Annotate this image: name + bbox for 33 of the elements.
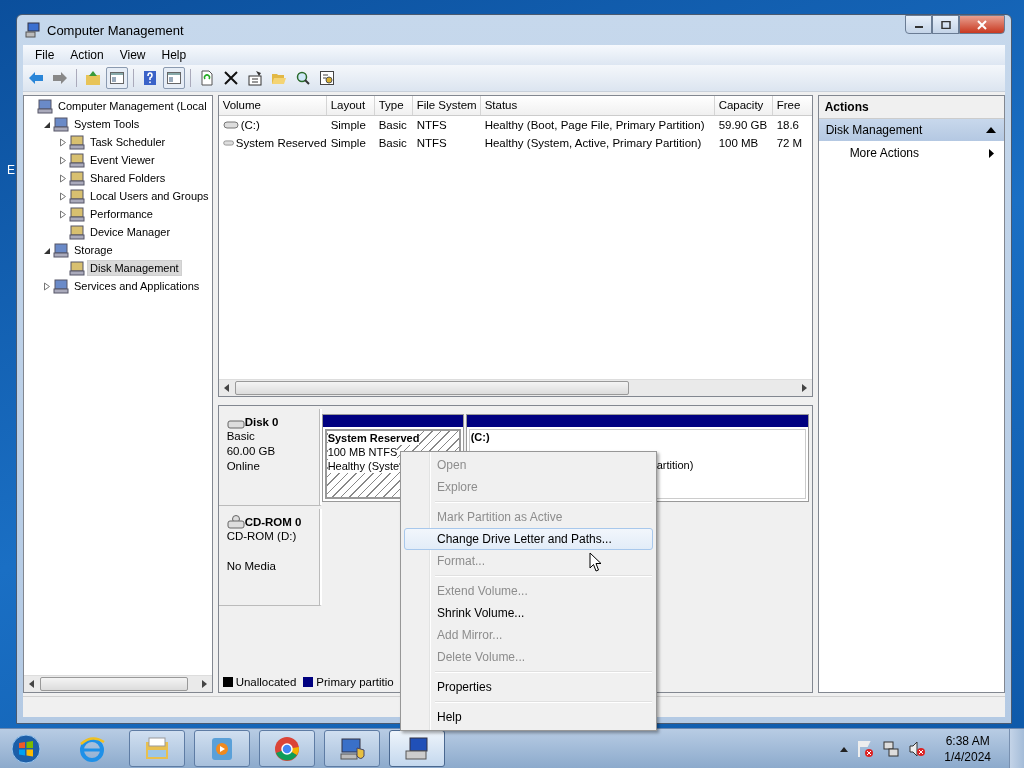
disk-info: No Media — [226, 559, 277, 574]
table-cell: Simple — [330, 137, 366, 149]
table-cell: (C:) — [240, 119, 260, 131]
table-cell: Simple — [330, 119, 366, 131]
legend-label: Primary partitio — [316, 676, 394, 688]
table-cell: NTFS — [416, 137, 447, 149]
table-cell: Basic — [378, 119, 407, 131]
legend-label: Unallocated — [235, 676, 297, 688]
actions-header: Actions — [818, 96, 1004, 119]
table-cell: Basic — [378, 137, 407, 149]
table-cell: NTFS — [416, 119, 447, 131]
time-text: 6:38 AM — [945, 732, 990, 749]
date-text: 1/4/2024 — [944, 748, 991, 765]
partition-info: 100 MB NTFS — [327, 445, 398, 459]
disk-name: CD-ROM 0 — [244, 516, 302, 528]
table-cell: 18.6 — [776, 119, 799, 131]
window-title: Computer Management — [47, 22, 184, 38]
partition-name: (C:) — [470, 430, 491, 444]
disk-name: Disk 0 — [244, 416, 279, 428]
partition-info: Healthy (Syste — [327, 459, 400, 473]
disk-info: 60.00 GB — [226, 444, 277, 459]
table-cell: 100 MB — [718, 137, 759, 149]
partition-name: System Reserved — [327, 431, 420, 445]
disk-info: Basic — [226, 429, 256, 444]
disk-info: Online — [226, 459, 261, 474]
table-cell: 59.90 GB — [718, 119, 768, 131]
desktop-icon-label: E — [7, 163, 15, 177]
disk-info: CD-ROM (D:) — [226, 529, 298, 544]
table-cell: System Reserved — [235, 137, 327, 149]
table-cell: Healthy (Boot, Page File, Primary Partition) — [484, 119, 705, 131]
table-cell: 72 M — [776, 137, 803, 149]
partition-info: artition) — [655, 458, 695, 472]
table-cell: Healthy (System, Active, Primary Partition) — [484, 137, 702, 149]
